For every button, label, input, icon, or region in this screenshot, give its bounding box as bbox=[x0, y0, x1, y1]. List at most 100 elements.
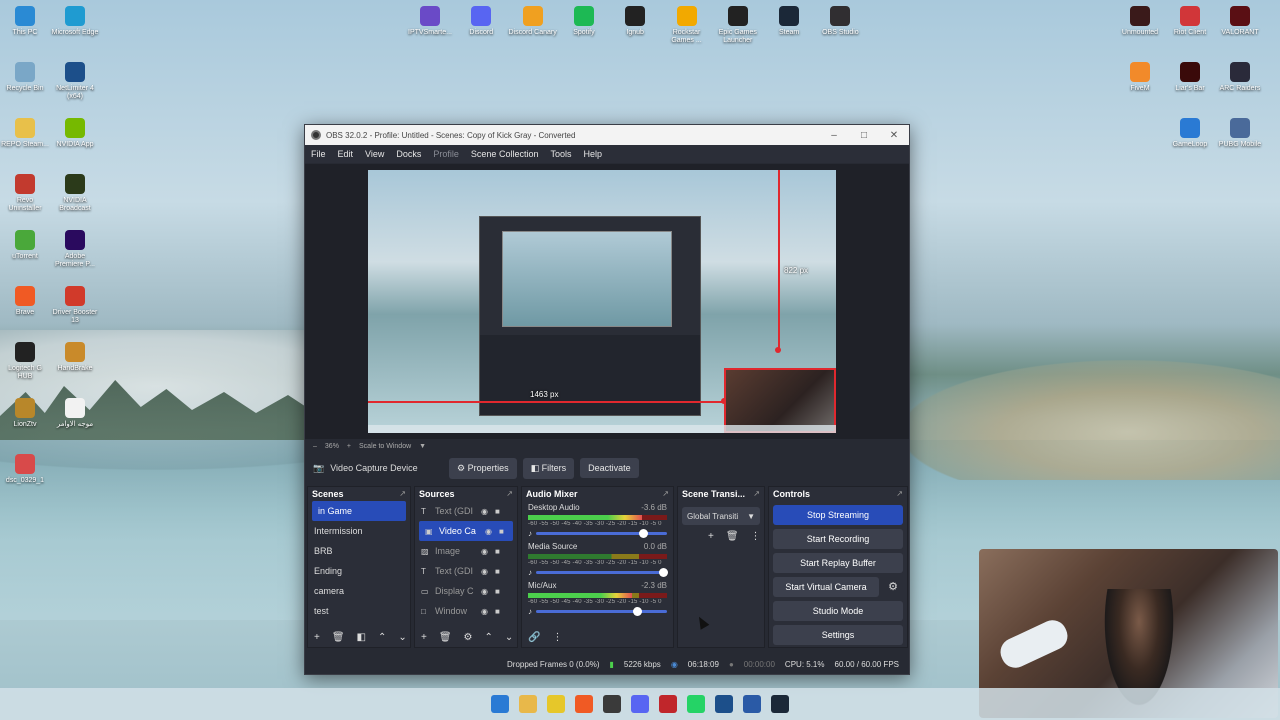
deactivate-button[interactable]: Deactivate bbox=[580, 458, 639, 478]
gear-icon[interactable]: ⚙ bbox=[883, 577, 903, 597]
desktop-shortcut[interactable]: OBS Studio bbox=[815, 6, 865, 37]
scene-item[interactable]: camera bbox=[308, 581, 410, 601]
scene-item[interactable]: Intermission bbox=[308, 521, 410, 541]
popout-icon[interactable]: ↗ bbox=[506, 489, 513, 499]
file-explorer-icon[interactable] bbox=[519, 695, 537, 713]
menu-docks[interactable]: Docks bbox=[396, 149, 421, 159]
desktop-shortcut[interactable]: Recycle Bin bbox=[0, 62, 50, 93]
desktop-shortcut[interactable]: dsc_0329_1 bbox=[0, 454, 50, 485]
chevron-up-icon[interactable]: ⌃ bbox=[485, 632, 493, 643]
windows-start-icon[interactable] bbox=[491, 695, 509, 713]
trash-icon[interactable]: 🗑 bbox=[439, 632, 452, 643]
source-item[interactable]: □ Window ◉ ■ bbox=[415, 601, 517, 621]
popout-icon[interactable]: ↗ bbox=[399, 489, 406, 499]
title-bar[interactable]: OBS 32.0.2 - Profile: Untitled - Scenes:… bbox=[305, 125, 909, 145]
more-icon[interactable]: ⋮ bbox=[552, 632, 562, 643]
volume-slider[interactable] bbox=[536, 568, 669, 577]
close-icon[interactable]: ✕ bbox=[879, 130, 909, 141]
more-icon[interactable]: ⋮ bbox=[751, 531, 761, 542]
menu-file[interactable]: File bbox=[311, 149, 326, 159]
start-recording-button[interactable]: Start Recording bbox=[773, 529, 903, 549]
start-replay-buffer-button[interactable]: Start Replay Buffer bbox=[773, 553, 903, 573]
chevron-down-icon[interactable]: ⌄ bbox=[398, 632, 406, 643]
lock-icon[interactable]: ■ bbox=[495, 507, 505, 516]
filter-icon[interactable]: ◧ bbox=[357, 632, 366, 643]
gear-icon[interactable]: ⚙ bbox=[464, 632, 473, 643]
desktop-shortcut[interactable]: FiveM bbox=[1115, 62, 1165, 93]
desktop-shortcut[interactable]: موجه الاوامر bbox=[50, 398, 100, 429]
studio-mode-button[interactable]: Studio Mode bbox=[773, 601, 903, 621]
monitor-icon[interactable] bbox=[743, 695, 761, 713]
visibility-eye-icon[interactable]: ◉ bbox=[481, 587, 491, 596]
trash-icon[interactable]: 🗑 bbox=[726, 531, 739, 542]
visibility-eye-icon[interactable]: ◉ bbox=[481, 547, 491, 556]
volume-slider-handle[interactable] bbox=[639, 529, 649, 538]
chevron-down-icon[interactable]: ▼ bbox=[419, 443, 426, 450]
steam-icon[interactable] bbox=[771, 695, 789, 713]
discord-icon[interactable] bbox=[631, 695, 649, 713]
source-item[interactable]: ▭ Display C ◉ ■ bbox=[415, 581, 517, 601]
transform-handle[interactable] bbox=[775, 347, 781, 353]
scene-item[interactable]: test bbox=[308, 601, 410, 621]
desktop-shortcut[interactable]: Adobe Premiere P... bbox=[50, 230, 100, 269]
desktop-shortcut[interactable]: Riot Client bbox=[1165, 6, 1215, 37]
popout-icon[interactable]: ↗ bbox=[753, 489, 760, 499]
chevron-up-icon[interactable]: ⌃ bbox=[378, 632, 386, 643]
minimize-icon[interactable]: – bbox=[819, 130, 849, 141]
desktop-shortcut[interactable]: Revo Uninstaller bbox=[0, 174, 50, 213]
desktop-shortcut[interactable]: Driver Booster 13 bbox=[50, 286, 100, 325]
desktop-shortcut[interactable]: ARC Raiders bbox=[1215, 62, 1265, 93]
desktop-shortcut[interactable]: Brave bbox=[0, 286, 50, 317]
scene-item[interactable]: Ending bbox=[308, 561, 410, 581]
link-icon[interactable]: 🔗 bbox=[528, 632, 540, 643]
popout-icon[interactable]: ↗ bbox=[662, 489, 669, 499]
scene-item[interactable]: BRB bbox=[308, 541, 410, 561]
desktop-shortcut[interactable]: Spotify bbox=[559, 6, 609, 37]
netlimiter-icon[interactable] bbox=[715, 695, 733, 713]
desktop-shortcut[interactable]: Logitech G HUB bbox=[0, 342, 50, 381]
add-icon[interactable]: + bbox=[421, 632, 427, 643]
preview-area[interactable]: 822 px 1463 px bbox=[305, 164, 909, 439]
zoom-in-icon[interactable]: + bbox=[347, 443, 351, 450]
scale-mode-select[interactable]: Scale to Window bbox=[359, 443, 411, 450]
brave-icon[interactable] bbox=[575, 695, 593, 713]
menu-edit[interactable]: Edit bbox=[338, 149, 354, 159]
source-item[interactable]: T Text (GDI ◉ ■ bbox=[415, 501, 517, 521]
desktop-shortcut[interactable]: Rockstar Games ... bbox=[662, 6, 712, 45]
desktop-shortcut[interactable]: Microsoft Edge bbox=[50, 6, 100, 37]
preview-canvas[interactable]: 822 px 1463 px bbox=[368, 170, 836, 433]
desktop-shortcut[interactable]: Discord bbox=[456, 6, 506, 37]
visibility-eye-icon[interactable]: ◉ bbox=[481, 607, 491, 616]
menu-scene-collection[interactable]: Scene Collection bbox=[471, 149, 539, 159]
desktop-shortcut[interactable]: VALORANT bbox=[1215, 6, 1265, 37]
source-item[interactable]: ▣ Video Ca ◉ ■ bbox=[419, 521, 513, 541]
maximize-icon[interactable]: □ bbox=[849, 130, 879, 141]
volume-slider-handle[interactable] bbox=[659, 568, 669, 577]
chevron-down-icon[interactable]: ⌄ bbox=[505, 632, 513, 643]
lock-icon[interactable]: ■ bbox=[495, 587, 505, 596]
speaker-icon[interactable]: ♪ bbox=[528, 529, 532, 538]
desktop-shortcut[interactable]: Epic Games Launcher bbox=[713, 6, 763, 45]
desktop-shortcut[interactable]: Discord Canary bbox=[508, 6, 558, 37]
desktop-shortcut[interactable]: Ignub bbox=[610, 6, 660, 37]
transition-select[interactable]: Global Transiti ▼ bbox=[682, 507, 760, 525]
start-virtual-camera-button[interactable]: Start Virtual Camera bbox=[773, 577, 879, 597]
desktop-shortcut[interactable]: Liar's Bar bbox=[1165, 62, 1215, 93]
desktop-shortcut[interactable]: NVIDIA Broadcast bbox=[50, 174, 100, 213]
menu-view[interactable]: View bbox=[365, 149, 384, 159]
scene-item[interactable]: in Game bbox=[312, 501, 406, 521]
filters-button[interactable]: ◧ Filters bbox=[522, 457, 575, 479]
desktop-shortcut[interactable]: REPO Steam... bbox=[0, 118, 50, 149]
speaker-icon[interactable]: ♪ bbox=[528, 568, 532, 577]
menu-tools[interactable]: Tools bbox=[550, 149, 571, 159]
visibility-eye-icon[interactable]: ◉ bbox=[481, 507, 491, 516]
desktop-shortcut[interactable]: GameLoop bbox=[1165, 118, 1215, 149]
add-icon[interactable]: + bbox=[708, 531, 714, 542]
volume-slider-handle[interactable] bbox=[632, 607, 642, 616]
volume-slider[interactable] bbox=[536, 607, 667, 616]
whatsapp-icon[interactable] bbox=[687, 695, 705, 713]
source-item[interactable]: T Text (GDI ◉ ■ bbox=[415, 561, 517, 581]
desktop-shortcut[interactable]: uTorrent bbox=[0, 230, 50, 261]
desktop-shortcut[interactable]: Steam bbox=[764, 6, 814, 37]
lock-icon[interactable]: ■ bbox=[495, 567, 505, 576]
